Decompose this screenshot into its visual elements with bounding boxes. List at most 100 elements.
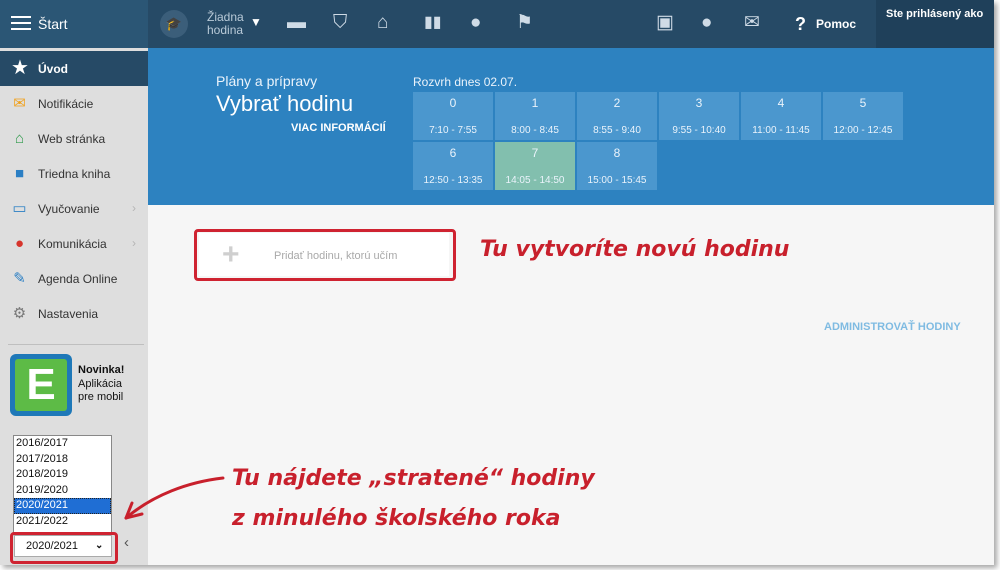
sidebar-item-label: Vyučovanie [38, 202, 100, 216]
sidebar-item-label: Web stránka [38, 132, 106, 146]
start-label: Štart [38, 16, 68, 32]
rocket-icon[interactable]: ● [470, 12, 481, 34]
schedule-title: Rozvrh dnes 02.07. [413, 75, 518, 89]
year-option-2020-2021[interactable]: 2020/2021 [14, 498, 111, 514]
book-icon: ■ [14, 165, 25, 182]
promo-text: Aplikácia [78, 378, 123, 390]
caret-down-icon[interactable]: ▼ [250, 15, 262, 29]
year-option-2019-2020[interactable]: 2019/2020 [14, 483, 111, 499]
slot-number: 3 [695, 96, 703, 110]
schedule-slot-5[interactable]: 5 12:00 - 12:45 [823, 92, 903, 140]
slot-number: 7 [531, 146, 539, 160]
schedule-slot-6[interactable]: 6 12:50 - 13:35 [413, 142, 493, 190]
chevron-right-icon: › [132, 201, 136, 215]
home-icon: ⌂ [14, 130, 25, 147]
screen-share-icon[interactable]: ▣ [656, 12, 674, 34]
slot-number: 1 [531, 96, 539, 110]
envelope-icon[interactable]: ✉ [744, 12, 760, 34]
sidebar-item-uvod[interactable]: ★ Úvod [0, 51, 148, 86]
highlight-add-lesson [194, 229, 456, 281]
schedule-slot-2[interactable]: 2 8:55 - 9:40 [577, 92, 657, 140]
schedule-slot-1[interactable]: 1 8:00 - 8:45 [495, 92, 575, 140]
slot-number: 0 [449, 96, 457, 110]
schedule-slot-3[interactable]: 3 9:55 - 10:40 [659, 92, 739, 140]
slot-time: 8:00 - 8:45 [511, 125, 559, 136]
slot-number: 8 [613, 146, 621, 160]
sidebar-divider [8, 344, 144, 345]
hiking-icon[interactable]: ⚑ [516, 12, 533, 34]
schedule-slot-0[interactable]: 0 7:10 - 7:55 [413, 92, 493, 140]
app-window: Štart 🎓 Žiadna hodina ▼ ▬ ⛉ ⌂ ▮▮ ● ⚑ ▣ ●… [0, 0, 994, 565]
slot-time: 15:00 - 15:45 [587, 175, 647, 186]
schedule-slot-8[interactable]: 8 15:00 - 15:45 [577, 142, 657, 190]
more-info-link[interactable]: VIAC INFORMÁCIÍ [291, 122, 386, 134]
highlight-year-select [10, 532, 118, 564]
lesson-dropdown-line2: hodina [207, 23, 244, 37]
year-option-2017-2018[interactable]: 2017/2018 [14, 452, 111, 468]
sidebar-item-notifikacie[interactable]: ✉ Notifikácie [0, 86, 148, 121]
sidebar-item-komunikacia[interactable]: ● Komunikácia › [0, 226, 148, 261]
annotation-lost-lessons-line1: Tu nájdete „stratené“ hodiny [232, 466, 595, 491]
slot-number: 5 [859, 96, 867, 110]
shield-icon[interactable]: ⛉ [333, 12, 347, 34]
annotation-lost-lessons-line2: z minulého školského roka [232, 506, 561, 531]
briefcase-icon[interactable]: ▬ [287, 12, 306, 34]
sidebar-item-label: Notifikácie [38, 97, 94, 111]
sidebar-item-nastavenia[interactable]: ⚙ Nastavenia [0, 296, 148, 331]
logged-in-label: Ste prihlásený ako [886, 8, 984, 20]
page-title: Vybrať hodinu [216, 91, 354, 116]
schedule-slot-4[interactable]: 4 11:00 - 11:45 [741, 92, 821, 140]
chat-icon: ● [14, 235, 25, 252]
schedule-slot-7-current[interactable]: 7 14:05 - 14:50 [495, 142, 575, 190]
edupage-logo: E [10, 354, 72, 416]
menu-icon[interactable] [11, 16, 31, 31]
slot-time: 9:55 - 10:40 [672, 125, 726, 136]
year-option-2018-2019[interactable]: 2018/2019 [14, 467, 111, 483]
slot-time: 7:10 - 7:55 [429, 125, 477, 136]
sidebar-item-label: Nastavenia [38, 307, 99, 321]
school-year-list: 2016/2017 2017/2018 2018/2019 2019/2020 … [13, 435, 112, 533]
year-option-2016-2017[interactable]: 2016/2017 [14, 436, 111, 452]
slot-time: 14:05 - 14:50 [505, 175, 565, 186]
institution-icon[interactable]: ⌂ [377, 12, 388, 34]
promo-title: Novinka! [78, 364, 125, 376]
edupage-logo-letter: E [15, 359, 67, 411]
sidebar-item-label: Triedna kniha [38, 167, 111, 181]
open-book-icon: ▭ [12, 200, 27, 217]
question-icon[interactable]: ? [795, 14, 806, 35]
slot-time: 11:00 - 11:45 [752, 125, 810, 136]
year-option-2021-2022[interactable]: 2021/2022 [14, 514, 111, 530]
slot-number: 6 [449, 146, 457, 160]
sidebar-item-label: Agenda Online [38, 272, 118, 286]
top-bar: Štart 🎓 Žiadna hodina ▼ ▬ ⛉ ⌂ ▮▮ ● ⚑ ▣ ●… [0, 0, 994, 48]
gear-icon: ⚙ [12, 305, 27, 322]
chat-bubbles-icon[interactable]: ● [701, 12, 712, 34]
graduation-cap-icon[interactable]: 🎓 [160, 10, 188, 38]
sidebar-item-vyucovanie[interactable]: ▭ Vyučovanie › [0, 191, 148, 226]
annotation-create-lesson: Tu vytvoríte novú hodinu [480, 237, 790, 262]
slot-number: 4 [777, 96, 785, 110]
start-button[interactable]: Štart [0, 0, 148, 48]
sidebar-item-triedna-kniha[interactable]: ■ Triedna kniha [0, 156, 148, 191]
promo-text: pre mobil [78, 391, 124, 403]
slot-time: 12:00 - 12:45 [833, 125, 893, 136]
slot-time: 12:50 - 13:35 [423, 175, 483, 186]
slot-time: 8:55 - 9:40 [593, 125, 641, 136]
bar-chart-icon[interactable]: ▮▮ [424, 12, 442, 34]
lesson-dropdown[interactable]: Žiadna hodina [207, 11, 244, 37]
sidebar-item-agenda-online[interactable]: ✎ Agenda Online [0, 261, 148, 296]
sidebar-item-web-stranka[interactable]: ⌂ Web stránka [0, 121, 148, 156]
mobile-app-promo[interactable]: E Novinka! Aplikácia pre mobil [10, 354, 140, 420]
header-subtitle: Plány a prípravy [216, 73, 318, 89]
manage-lessons-link[interactable]: ADMINISTROVAŤ HODINY [824, 321, 961, 333]
help-link[interactable]: Pomoc [816, 17, 856, 31]
collapse-sidebar-icon[interactable]: ‹ [124, 534, 129, 551]
chevron-right-icon: › [132, 236, 136, 250]
user-box[interactable]: Ste prihlásený ako [876, 0, 994, 48]
slot-number: 2 [613, 96, 621, 110]
lesson-header: Plány a prípravy Vybrať hodinu VIAC INFO… [148, 48, 994, 205]
sidebar-item-label: Úvod [38, 62, 68, 76]
annotation-arrow [124, 476, 225, 520]
star-icon: ★ [11, 57, 29, 79]
envelope-icon: ✉ [13, 95, 26, 112]
